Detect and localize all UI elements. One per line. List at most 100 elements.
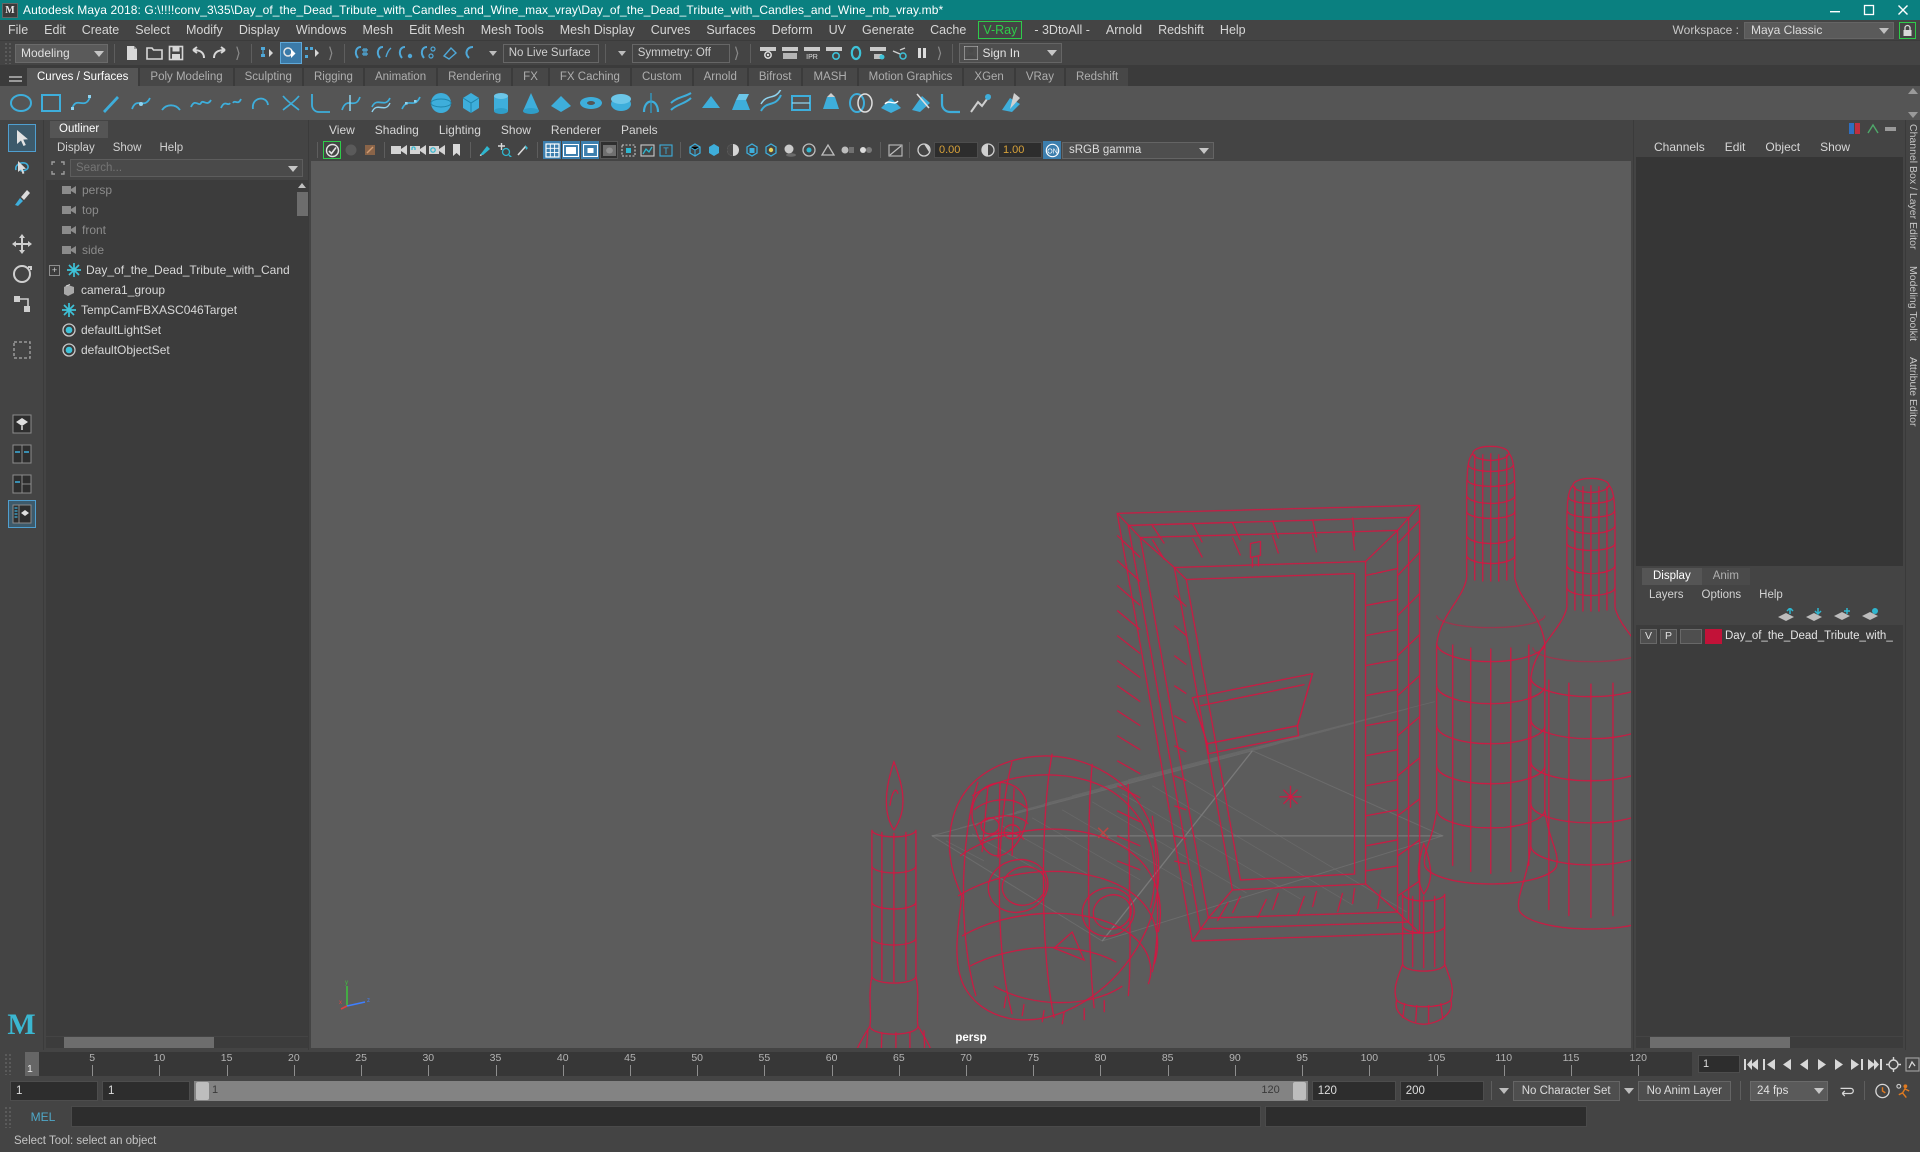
surface-editor-icon[interactable] (998, 90, 1024, 116)
gamma-icon[interactable] (979, 141, 997, 159)
layer-visibility-toggle[interactable]: V (1640, 628, 1657, 644)
offset-curve-icon[interactable] (368, 90, 394, 116)
channelbox-menu-channels[interactable]: Channels (1644, 140, 1715, 154)
channel-box-content[interactable] (1636, 157, 1903, 566)
color-management-dropdown[interactable]: sRGB gamma (1062, 141, 1214, 159)
select-by-component-button[interactable] (302, 42, 324, 64)
pencil-curve-icon[interactable] (98, 90, 124, 116)
select-by-object-button[interactable] (279, 42, 302, 64)
nurbs-square-icon[interactable] (38, 90, 64, 116)
lasso-tool-button[interactable] (8, 154, 36, 182)
shelf-tab-sculpting[interactable]: Sculpting (233, 67, 303, 86)
menu-display[interactable]: Display (231, 20, 288, 40)
scroll-up-icon[interactable] (298, 183, 306, 188)
outliner-persp-layout-button[interactable] (7, 500, 36, 528)
layer-playback-toggle[interactable]: P (1660, 628, 1677, 644)
outliner-menu-display[interactable]: Display (48, 142, 104, 154)
snap-to-grid-button[interactable] (351, 42, 373, 64)
current-time-field[interactable]: 1 (1698, 1055, 1740, 1073)
single-pane-layout-button[interactable] (8, 410, 36, 438)
shelf-tab-poly-modeling[interactable]: Poly Modeling (139, 67, 234, 86)
menu-arnold[interactable]: Arnold (1098, 20, 1150, 40)
lock-icon[interactable] (1899, 21, 1916, 39)
step-back-key-button[interactable] (1763, 1056, 1777, 1073)
menu-generate[interactable]: Generate (854, 20, 922, 40)
maximize-button[interactable] (1852, 0, 1886, 20)
play-forwards-button[interactable] (1815, 1056, 1828, 1073)
shelf-tab-curves-surfaces[interactable]: Curves / Surfaces (26, 67, 140, 86)
text-overlay-icon[interactable]: T (657, 141, 675, 159)
show-toolkit-icon[interactable] (1885, 123, 1897, 135)
menu-redshift[interactable]: Redshift (1150, 20, 1212, 40)
film-gate-icon[interactable] (562, 141, 580, 159)
vtab-modeling-toolkit[interactable]: Modeling Toolkit (1907, 266, 1919, 341)
range-start-field[interactable]: 1 (10, 1080, 98, 1101)
save-scene-button[interactable] (165, 42, 187, 64)
command-output-field[interactable] (1265, 1106, 1587, 1127)
playback-speed-dropdown[interactable]: 24 fps (1750, 1080, 1828, 1101)
shelf-grip[interactable] (4, 68, 26, 86)
shelf-tab-motion-graphics[interactable]: Motion Graphics (857, 67, 964, 86)
menu-file[interactable]: File (0, 20, 36, 40)
exposure-icon[interactable] (915, 141, 933, 159)
light-toggle-button[interactable] (889, 42, 911, 64)
chevron-down-icon[interactable] (617, 50, 626, 56)
render-settings-button[interactable] (823, 42, 845, 64)
animation-end-field[interactable]: 200 (1399, 1080, 1484, 1101)
vtab-attribute-editor[interactable]: Attribute Editor (1907, 357, 1919, 426)
outliner-item-default-object-set[interactable]: defaultObjectSet (46, 340, 308, 360)
close-button[interactable] (1886, 0, 1920, 20)
toolbar-grip[interactable] (4, 42, 12, 64)
menuset-dropdown[interactable]: Modeling (15, 43, 108, 63)
extrude-icon[interactable] (728, 90, 754, 116)
open-scene-button[interactable] (143, 42, 165, 64)
bevel-plus-icon[interactable] (818, 90, 844, 116)
rebuild-curve-icon[interactable] (398, 90, 424, 116)
shelf-tab-redshift[interactable]: Redshift (1064, 67, 1130, 86)
grease-pencil-icon[interactable] (476, 141, 494, 159)
bookmark-camera-icon[interactable] (361, 141, 379, 159)
revolve-icon[interactable] (638, 90, 664, 116)
detach-curves-icon[interactable] (218, 90, 244, 116)
outliner-item-default-light-set[interactable]: defaultLightSet (46, 320, 308, 340)
command-language-label[interactable]: MEL (19, 1110, 67, 1124)
lock-camera-toggle-icon[interactable] (409, 141, 427, 159)
bookmark-icon[interactable] (447, 141, 465, 159)
pause-render-button[interactable] (911, 42, 933, 64)
wireframe-shading-icon[interactable] (686, 141, 704, 159)
viewport-menu-panels[interactable]: Panels (611, 123, 668, 137)
layers-menu-layers[interactable]: Layers (1640, 589, 1693, 601)
outliner-vertical-scrollbar[interactable] (297, 180, 308, 1036)
snap-to-point-button[interactable] (395, 42, 417, 64)
shelf-tab-rigging[interactable]: Rigging (302, 67, 364, 86)
outliner-list[interactable]: persp top front side + Day_of_the_Dead_T… (46, 180, 308, 1036)
channelbox-menu-show[interactable]: Show (1810, 140, 1860, 154)
outliner-tab[interactable]: Outliner (50, 121, 109, 138)
ao-icon[interactable] (800, 141, 818, 159)
vtab-channel-box-layer-editor[interactable]: Channel Box / Layer Editor (1907, 124, 1919, 250)
select-by-hierarchy-button[interactable] (258, 42, 280, 64)
gamma-field[interactable]: 1.00 (998, 142, 1042, 158)
menu-select[interactable]: Select (127, 20, 178, 40)
menu-uv[interactable]: UV (821, 20, 854, 40)
layer-list-horizontal-scrollbar[interactable] (1636, 1037, 1903, 1048)
menu-create[interactable]: Create (74, 20, 128, 40)
menu-deform[interactable]: Deform (764, 20, 821, 40)
nurbs-circle-icon[interactable] (8, 90, 34, 116)
measure-icon[interactable] (514, 141, 532, 159)
go-to-end-button[interactable] (1867, 1056, 1882, 1073)
anim-layer-dropdown[interactable]: No Anim Layer (1637, 1080, 1731, 1101)
animation-preferences-icon[interactable] (1895, 1082, 1912, 1099)
textured-shading-icon[interactable] (743, 141, 761, 159)
animation-start-field[interactable]: 1 (102, 1080, 190, 1101)
nurbs-cylinder-icon[interactable] (488, 90, 514, 116)
chevron-down-icon[interactable] (1623, 1087, 1634, 1094)
color-management-toggle-icon[interactable]: ON (1043, 141, 1061, 159)
viewport-menu-renderer[interactable]: Renderer (541, 123, 611, 137)
channelbox-menu-edit[interactable]: Edit (1715, 140, 1756, 154)
snap-to-curve-button[interactable] (373, 42, 395, 64)
smooth-shading-icon[interactable] (705, 141, 723, 159)
outliner-item-top[interactable]: top (46, 200, 308, 220)
character-set-dropdown[interactable]: No Character Set (1512, 1080, 1620, 1101)
range-start-handle[interactable] (196, 1081, 209, 1100)
